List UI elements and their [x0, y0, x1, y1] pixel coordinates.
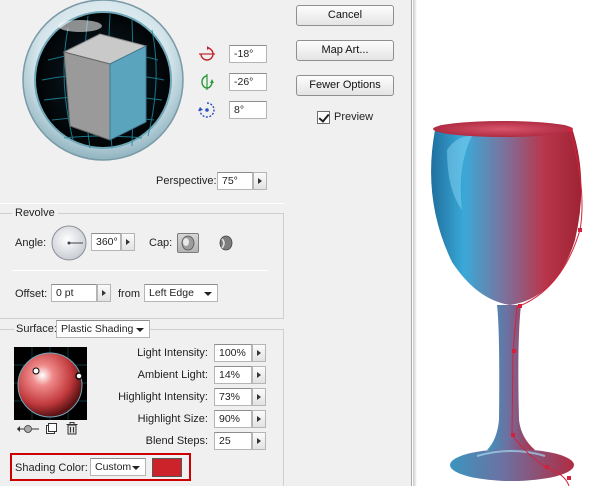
angle-dial[interactable]: [50, 224, 88, 262]
angle-label: Angle:: [15, 237, 47, 249]
rotation-track-cube[interactable]: [18, 0, 192, 166]
chevron-down-icon: [132, 466, 140, 470]
revolve-title: Revolve: [12, 207, 58, 219]
preview-label: Preview: [334, 111, 374, 123]
ambient-light-label: Ambient Light:: [137, 369, 208, 381]
lighting-sphere-preview[interactable]: [14, 347, 87, 420]
shading-color-label: Shading Color:: [15, 462, 88, 474]
shading-color-value: Custom: [95, 461, 132, 473]
chevron-down-icon: [136, 328, 144, 332]
z-axis-rotate-icon: [198, 101, 216, 119]
light-intensity-spinner[interactable]: [252, 344, 266, 362]
surface-dropdown[interactable]: Plastic Shading: [56, 320, 150, 338]
blend-steps-field[interactable]: 25: [214, 432, 252, 450]
map-art-button[interactable]: Map Art...: [296, 40, 394, 61]
perspective-field[interactable]: 75°: [217, 172, 253, 190]
perspective-label: Perspective:: [156, 175, 217, 187]
revolve-angle-spinner[interactable]: [121, 233, 135, 251]
perspective-spinner[interactable]: [253, 172, 267, 190]
y-axis-rotate-icon: [199, 73, 215, 91]
shading-color-swatch[interactable]: [152, 458, 182, 477]
extrude-bevel-options-dialog: -18° -26° 8° Cancel Map Art... Fewer Opt…: [0, 0, 412, 486]
highlight-intensity-spinner[interactable]: [252, 388, 266, 406]
offset-field[interactable]: 0 pt: [51, 284, 97, 302]
y-rotation-field[interactable]: -26°: [229, 73, 267, 91]
from-edge-dropdown[interactable]: Left Edge: [144, 284, 218, 302]
light-intensity-label: Light Intensity:: [137, 347, 208, 359]
surface-value: Plastic Shading: [61, 323, 134, 335]
highlight-size-field[interactable]: 90%: [214, 410, 252, 428]
x-rotation-field[interactable]: -18°: [229, 45, 267, 63]
artboard-canvas: [417, 0, 600, 486]
new-light-icon[interactable]: [45, 423, 57, 435]
x-axis-rotate-icon: [198, 46, 216, 62]
delete-light-icon[interactable]: [66, 422, 78, 435]
cap-label: Cap:: [149, 237, 173, 249]
revolve-divider: [12, 270, 268, 271]
highlight-size-label: Highlight Size:: [137, 413, 208, 425]
from-label: from: [118, 288, 140, 300]
blend-steps-spinner[interactable]: [252, 432, 266, 450]
cap-on-icon[interactable]: [177, 233, 199, 253]
cancel-button[interactable]: Cancel: [296, 5, 394, 26]
divider: [0, 203, 284, 204]
highlight-intensity-field[interactable]: 73%: [214, 388, 252, 406]
offset-spinner[interactable]: [97, 284, 111, 302]
blend-steps-label: Blend Steps:: [145, 435, 208, 447]
cap-off-icon[interactable]: [216, 233, 236, 253]
highlight-size-spinner[interactable]: [252, 410, 266, 428]
preview-checkbox[interactable]: [317, 111, 330, 124]
ambient-light-field[interactable]: 14%: [214, 366, 252, 384]
z-rotation-field[interactable]: 8°: [229, 101, 267, 119]
highlight-intensity-label: Highlight Intensity:: [118, 391, 208, 403]
shading-color-dropdown[interactable]: Custom: [90, 458, 146, 476]
ambient-light-spinner[interactable]: [252, 366, 266, 384]
fewer-options-button[interactable]: Fewer Options: [296, 75, 394, 96]
chevron-down-icon: [204, 292, 212, 296]
surface-label: Surface:: [14, 323, 59, 335]
light-intensity-field[interactable]: 100%: [214, 344, 252, 362]
revolve-angle-field[interactable]: 360°: [91, 233, 121, 251]
revolve-group: [0, 213, 284, 319]
from-edge-value: Left Edge: [149, 287, 194, 299]
move-light-back-icon[interactable]: [16, 423, 40, 435]
offset-label: Offset:: [15, 288, 48, 300]
wine-glass-3d-object[interactable]: [417, 0, 600, 486]
